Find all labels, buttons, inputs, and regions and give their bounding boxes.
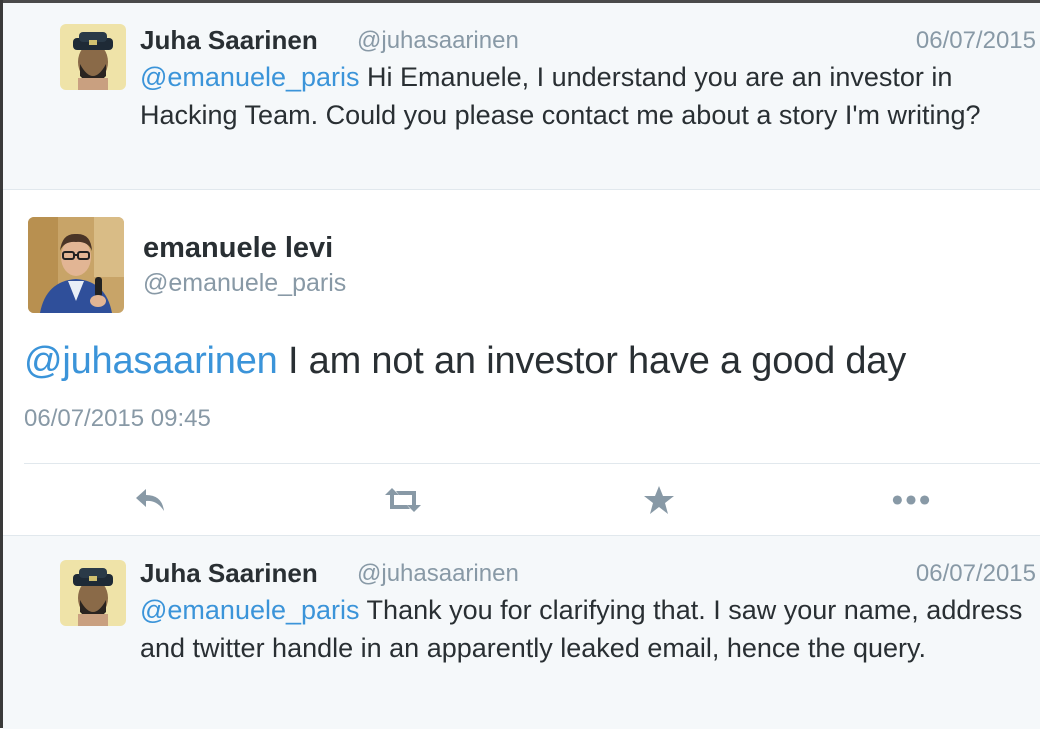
author-name[interactable]: Juha Saarinen — [140, 25, 318, 56]
reply-header: Juha Saarinen @juhasaarinen 06/07/2015 — [140, 558, 1040, 594]
reply-icon — [136, 489, 164, 511]
favorite-button[interactable] — [639, 480, 679, 520]
tweet-text: @juhasaarinen I am not an investor have … — [24, 340, 906, 383]
author-handle[interactable]: @juhasaarinen — [357, 560, 519, 588]
mention-link[interactable]: @emanuele_paris — [140, 595, 360, 625]
retweet-icon — [385, 488, 421, 512]
tweet-text: @emanuele_paris Thank you for clarifying… — [140, 591, 1035, 667]
emanuele-avatar[interactable] — [28, 217, 124, 313]
actions-divider — [24, 463, 1040, 464]
mention-link[interactable]: @emanuele_paris — [140, 62, 360, 92]
tweet-date[interactable]: 06/07/2015 — [916, 27, 1036, 55]
tweet-date[interactable]: 06/07/2015 — [916, 560, 1036, 588]
tweet-body: I am not an investor have a good day — [277, 340, 907, 382]
main-tweet: emanuele levi @emanuele_paris @juhasaari… — [3, 190, 1040, 535]
author-name[interactable]: Juha Saarinen — [140, 558, 318, 589]
author-name[interactable]: emanuele levi — [143, 232, 333, 265]
author-handle[interactable]: @juhasaarinen — [357, 27, 519, 55]
mention-link[interactable]: @juhasaarinen — [24, 340, 278, 382]
reply-tweet-1[interactable]: Juha Saarinen @juhasaarinen 06/07/2015 @… — [3, 3, 1040, 190]
juha-avatar[interactable] — [60, 560, 126, 626]
tweet-text: @emanuele_paris Hi Emanuele, I understan… — [140, 58, 1035, 134]
reply-button[interactable] — [130, 480, 170, 520]
more-icon — [892, 495, 930, 505]
juha-avatar[interactable] — [60, 24, 126, 90]
reply-tweet-2[interactable]: Juha Saarinen @juhasaarinen 06/07/2015 @… — [3, 535, 1040, 729]
reply-header: Juha Saarinen @juhasaarinen 06/07/2015 — [140, 25, 1040, 61]
tweet-timestamp[interactable]: 06/07/2015 09:45 — [24, 405, 211, 433]
author-handle[interactable]: @emanuele_paris — [143, 269, 346, 298]
more-button[interactable] — [891, 480, 931, 520]
favorite-star-icon — [644, 486, 674, 514]
retweet-button[interactable] — [383, 480, 423, 520]
